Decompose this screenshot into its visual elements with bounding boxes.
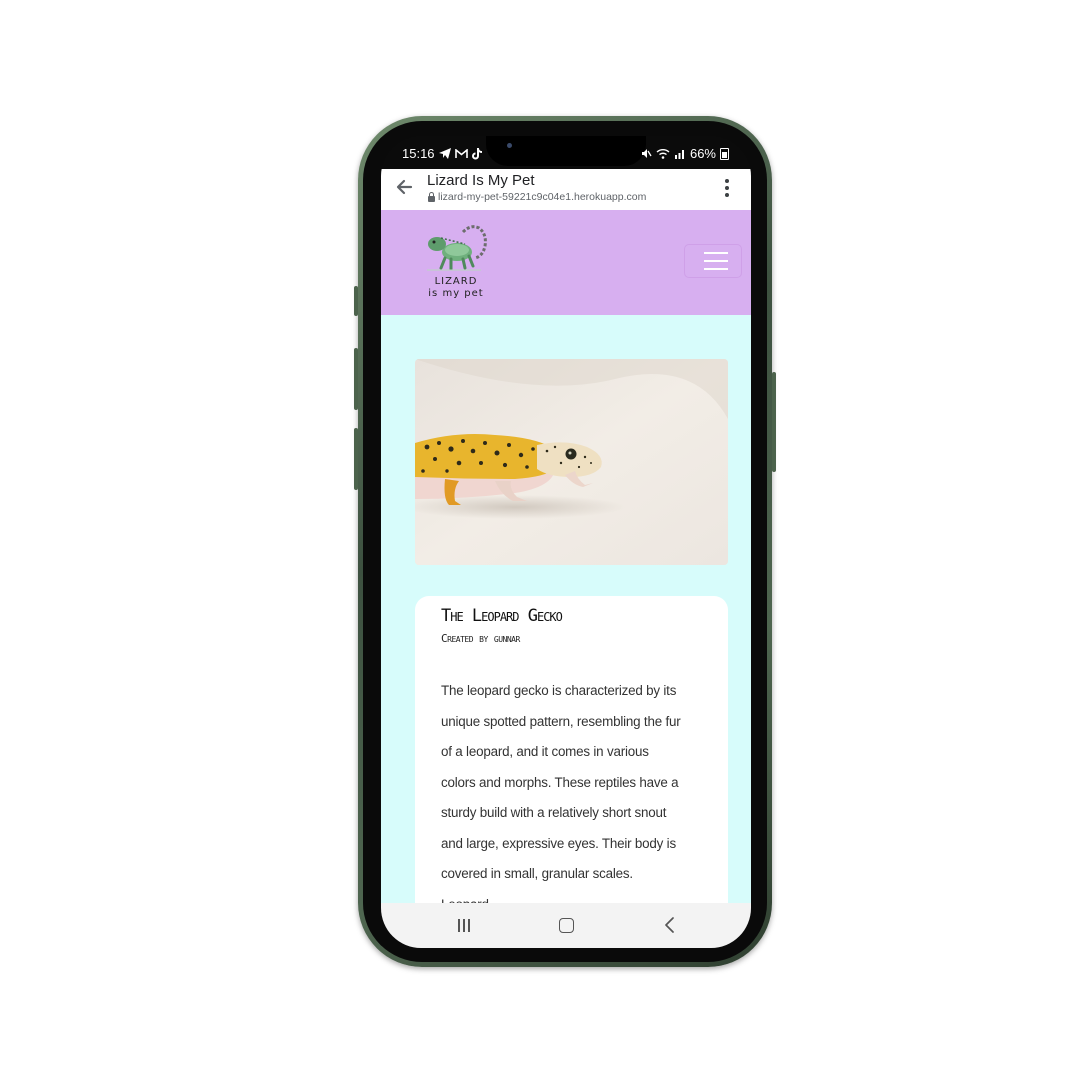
telegram-icon (438, 148, 451, 159)
system-back-icon[interactable] (663, 917, 677, 933)
system-navigation-bar (381, 903, 751, 948)
mute-icon (641, 149, 652, 158)
camera-notch (486, 136, 646, 166)
front-camera (507, 143, 512, 148)
browser-toolbar: Lizard Is My Pet lizard-my-pet-59221c9c0… (381, 169, 751, 210)
post-author: Created by gunnar (441, 632, 520, 645)
overflow-menu-icon[interactable] (724, 179, 730, 197)
phone-power-button (772, 372, 776, 472)
iguana-logo-icon (427, 225, 487, 271)
home-icon[interactable] (559, 918, 574, 933)
post-card: The Leopard Gecko Created by gunnar The … (415, 596, 728, 903)
post-image (415, 359, 728, 565)
lock-icon (428, 191, 435, 202)
signal-icon (674, 150, 684, 159)
page-title[interactable]: Lizard Is My Pet (427, 172, 535, 189)
logo-title: LIZARD (434, 276, 478, 287)
phone-side-button (354, 286, 358, 316)
status-bar: 15:16 66% (381, 136, 751, 169)
leopard-gecko-image (415, 359, 728, 565)
phone-volume-down-button (354, 428, 358, 490)
gmail-icon (454, 148, 468, 158)
post-title: The Leopard Gecko (441, 606, 563, 626)
site-header: LIZARD is my pet (381, 210, 751, 315)
tiktok-icon (471, 147, 482, 159)
recent-apps-icon[interactable] (456, 919, 472, 932)
status-left: 15:16 (402, 146, 482, 161)
navbar-toggler-button[interactable] (684, 244, 742, 278)
back-arrow-icon[interactable] (395, 177, 415, 197)
phone-screen: 15:16 66% Lizard Is My Pet lizard-my-pet… (381, 136, 751, 948)
url-text: lizard-my-pet-59221c9c04e1.herokuapp.com (438, 191, 647, 203)
battery-percentage: 66% (689, 146, 716, 161)
address-bar[interactable]: lizard-my-pet-59221c9c04e1.herokuapp.com (428, 191, 646, 203)
status-time: 15:16 (402, 146, 435, 161)
battery-icon (720, 147, 729, 160)
phone-volume-up-button (354, 348, 358, 410)
status-right: 66% (641, 146, 729, 161)
post-body: The leopard gecko is characterized by it… (441, 683, 681, 903)
wifi-icon (656, 149, 670, 159)
main-content: The Leopard Gecko Created by gunnar The … (381, 315, 751, 903)
logo-subtitle: is my pet (428, 288, 484, 299)
site-logo[interactable]: LIZARD is my pet (419, 222, 493, 306)
